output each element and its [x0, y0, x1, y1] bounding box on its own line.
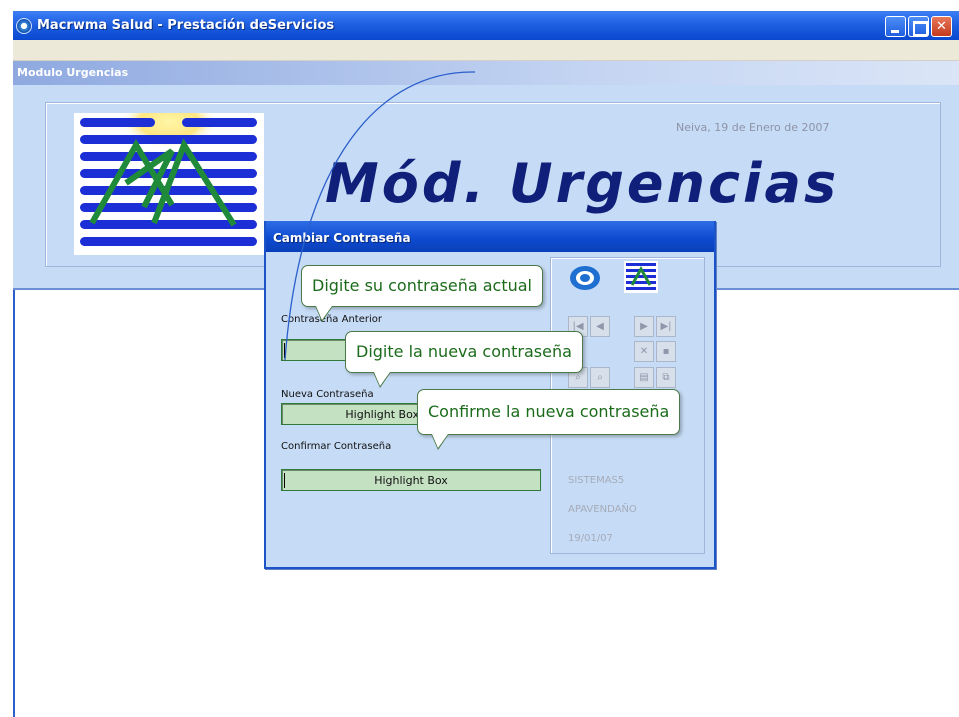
next-record-button[interactable]: ▶	[634, 316, 654, 337]
status-system: SISTEMAS5	[568, 475, 625, 486]
left-rule	[13, 290, 15, 717]
cancel-button[interactable]: ✕	[634, 341, 654, 362]
tooltip-current-password: Digite su contraseña actual	[301, 265, 543, 322]
find-next-button[interactable]: ⌕	[590, 367, 610, 388]
app-icon	[16, 18, 32, 34]
close-button[interactable]: ✕	[931, 16, 952, 37]
prev-record-button[interactable]: ◀	[590, 316, 610, 337]
dialog-title: Cambiar Contraseña	[273, 231, 411, 245]
window-title: Macrwma Salud - Prestación deServicios	[37, 18, 335, 33]
banner-date: Neiva, 19 de Enero de 2007	[676, 121, 830, 134]
save-button[interactable]: ▪	[656, 341, 676, 362]
tooltip-confirm-password: Confirme la nueva contraseña	[417, 389, 681, 450]
screen: Macrwma Salud - Prestación deServicios ✕…	[0, 0, 959, 717]
last-record-button[interactable]: ▶|	[656, 316, 676, 337]
module-label: Modulo Urgencias	[17, 66, 129, 79]
copy-button[interactable]: ⧉	[656, 367, 676, 388]
logo-icon	[80, 113, 257, 246]
text-caret	[284, 343, 285, 358]
minimize-button[interactable]	[885, 16, 906, 37]
print-button[interactable]: ▤	[634, 367, 654, 388]
status-user: APAVENDAÑO	[568, 504, 637, 515]
confirm-password-label: Confirmar Contraseña	[281, 441, 392, 452]
main-titlebar: Macrwma Salud - Prestación deServicios ✕	[13, 11, 959, 40]
confirm-password-highlight: Highlight Box	[374, 474, 448, 487]
module-strip: Modulo Urgencias	[13, 61, 959, 85]
tooltip-new-password: Digite la nueva contraseña	[345, 331, 583, 388]
maximize-button[interactable]	[908, 16, 929, 37]
menu-bar	[13, 40, 959, 61]
confirm-password-field[interactable]: Highlight Box	[281, 469, 541, 491]
new-password-label: Nueva Contraseña	[281, 389, 374, 400]
new-password-highlight: Highlight Box	[345, 408, 419, 421]
logo-image	[74, 113, 264, 255]
dialog-titlebar: Cambiar Contraseña	[266, 221, 714, 252]
module-title: Mód. Urgencias	[325, 152, 840, 215]
app-badge-icon	[568, 264, 602, 292]
status-date: 19/01/07	[568, 533, 613, 544]
new-password-field[interactable]: Highlight Box	[281, 403, 422, 425]
institution-logo-icon	[624, 261, 658, 293]
